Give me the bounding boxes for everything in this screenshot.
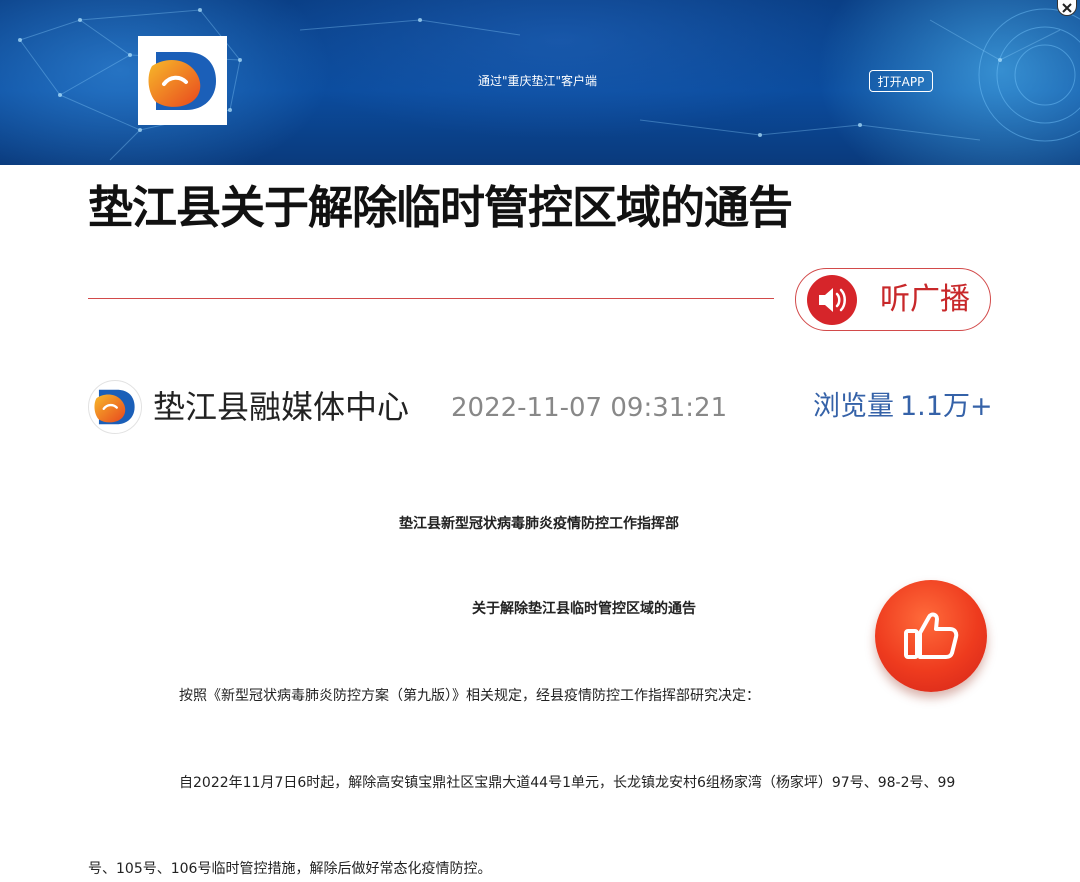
listen-broadcast-label: 听广播 [880, 282, 970, 317]
listen-broadcast-button[interactable]: 听广播 [795, 268, 991, 331]
view-count: 浏览量 1.1万+ [813, 388, 993, 426]
like-button[interactable] [875, 580, 987, 692]
banner-prompt-text: 通过"重庆垫江"客户端 [478, 74, 598, 88]
speaker-icon [807, 275, 857, 325]
view-count-label: 浏览量 [813, 391, 894, 422]
app-logo-icon [148, 51, 216, 110]
publish-time: 2022-11-07 09:31:21 [451, 393, 728, 423]
source-avatar[interactable] [88, 380, 142, 434]
body-paragraph-2-line-1: 自2022年11月7日6时起，解除高安镇宝鼎社区宝鼎大道44号1单元，长龙镇龙安… [179, 775, 956, 791]
title-divider [88, 298, 774, 299]
open-app-button[interactable]: 打开APP [869, 70, 933, 92]
body-paragraph-1: 按照《新型冠状病毒肺炎防控方案（第九版）》相关规定，经县疫情防控工作指挥部研究决… [179, 688, 760, 704]
close-icon [1062, 2, 1072, 13]
article-title: 垫江县关于解除临时管控区域的通告 [88, 181, 793, 234]
thumbs-up-icon [904, 612, 959, 659]
source-name[interactable]: 垫江县融媒体中心 [153, 386, 409, 428]
app-logo [138, 36, 227, 125]
body-paragraph-2-line-2: 号、105号、106号临时管控措施，解除后做好常态化疫情防控。 [88, 861, 492, 877]
issuer-heading: 垫江县新型冠状病毒肺炎疫情防控工作指挥部 [399, 516, 679, 532]
source-logo-icon [94, 389, 135, 425]
view-count-value: 1.1万+ [900, 391, 993, 422]
app-download-banner[interactable]: 通过"重庆垫江"客户端 打开APP [0, 0, 1080, 165]
